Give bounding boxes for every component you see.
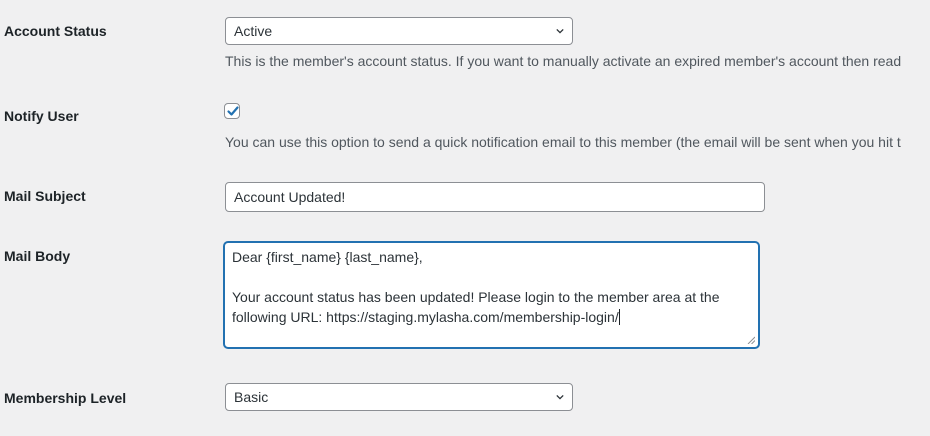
mail-body-line: Dear {first_name} {last_name}, xyxy=(232,249,423,265)
mail-subject-input[interactable]: Account Updated! xyxy=(225,182,765,212)
account-status-select[interactable]: Active xyxy=(225,17,573,45)
notify-user-checkbox[interactable] xyxy=(224,103,240,119)
mail-body-textarea[interactable]: Dear {first_name} {last_name}, Your acco… xyxy=(224,242,759,348)
member-edit-form: Account Status Active This is the member… xyxy=(0,0,930,436)
mail-body-line: Your account status has been updated! Pl… xyxy=(232,289,720,305)
account-status-description: This is the member's account status. If … xyxy=(225,53,902,69)
chevron-down-icon xyxy=(556,394,564,400)
mail-body-line: following URL: https://staging.mylasha.c… xyxy=(232,309,619,325)
checkmark-icon xyxy=(227,106,239,116)
resize-handle-icon[interactable] xyxy=(747,336,755,344)
membership-level-select[interactable]: Basic xyxy=(225,383,573,411)
account-status-value: Active xyxy=(234,23,273,39)
mail-body-last-line: following URL: https://staging.mylasha.c… xyxy=(232,307,751,327)
membership-level-label: Membership Level xyxy=(4,390,127,406)
membership-level-value: Basic xyxy=(234,389,269,405)
chevron-down-icon xyxy=(556,28,564,34)
text-caret xyxy=(618,309,620,325)
mail-subject-value: Account Updated! xyxy=(234,189,346,205)
notify-user-label: Notify User xyxy=(4,108,79,124)
notify-user-description: You can use this option to send a quick … xyxy=(225,134,901,150)
mail-subject-label: Mail Subject xyxy=(4,188,86,204)
mail-body-label: Mail Body xyxy=(4,248,71,264)
account-status-label: Account Status xyxy=(4,23,107,39)
mail-body-blank-line xyxy=(232,267,751,287)
